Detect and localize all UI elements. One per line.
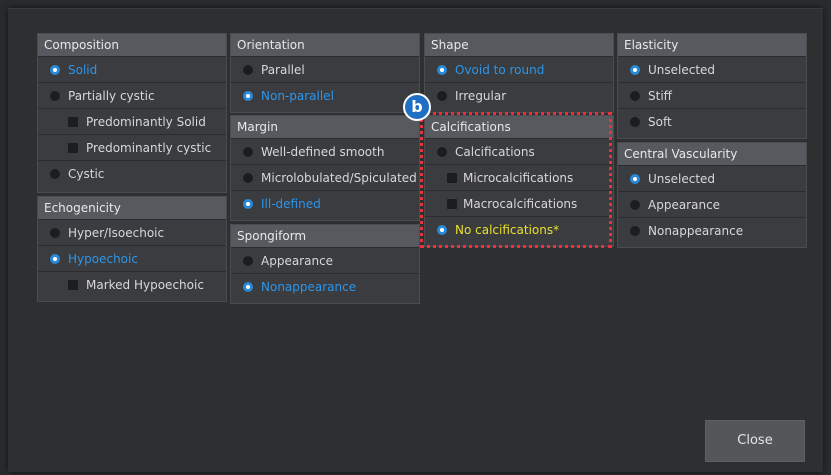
composition-header: Composition — [38, 34, 226, 56]
option-no-calcifications[interactable]: No calcifications* — [425, 216, 613, 242]
elasticity-panel: Elasticity Unselected Stiff Soft — [617, 33, 807, 139]
radio-selected-icon — [437, 225, 447, 235]
option-parallel[interactable]: Parallel — [231, 56, 419, 82]
option-spongiform-appearance[interactable]: Appearance — [231, 247, 419, 273]
checkbox-icon — [68, 143, 78, 153]
option-vascularity-unselected[interactable]: Unselected — [618, 165, 806, 191]
option-ill-defined[interactable]: Ill-defined — [231, 190, 419, 216]
option-vascularity-appearance[interactable]: Appearance — [618, 191, 806, 217]
radio-icon — [243, 65, 253, 75]
radio-icon — [50, 169, 60, 179]
orientation-header: Orientation — [231, 34, 419, 56]
option-ovoid-to-round[interactable]: Ovoid to round — [425, 56, 613, 82]
option-spongiform-nonappearance[interactable]: Nonappearance — [231, 273, 419, 299]
option-macrocalcifications[interactable]: Macrocalcifications — [425, 190, 613, 216]
spongiform-header: Spongiform — [231, 225, 419, 247]
central-vascularity-header: Central Vascularity — [618, 143, 806, 165]
spongiform-panel: Spongiform Appearance Nonappearance — [230, 224, 420, 304]
option-stiff[interactable]: Stiff — [618, 82, 806, 108]
radio-icon — [437, 91, 447, 101]
option-solid[interactable]: Solid — [38, 56, 226, 82]
calcifications-header: Calcifications — [425, 116, 613, 138]
close-button[interactable]: Close — [705, 420, 805, 462]
checkbox-icon — [68, 280, 78, 290]
orientation-panel: Orientation Parallel Non-parallel — [230, 33, 420, 113]
radio-selected-icon — [630, 174, 640, 184]
option-predominantly-cystic[interactable]: Predominantly cystic — [38, 134, 226, 160]
option-microlobulated-spiculated[interactable]: Microlobulated/Spiculated — [231, 164, 419, 190]
radio-icon — [630, 91, 640, 101]
option-non-parallel[interactable]: Non-parallel — [231, 82, 419, 108]
margin-panel: Margin Well-defined smooth Microlobulate… — [230, 115, 420, 221]
option-well-defined-smooth[interactable]: Well-defined smooth — [231, 138, 419, 164]
echogenicity-panel: Echogenicity Hyper/Isoechoic Hypoechoic … — [37, 196, 227, 302]
radio-selected-icon — [243, 199, 253, 209]
margin-header: Margin — [231, 116, 419, 138]
radio-selected-icon — [437, 65, 447, 75]
option-predominantly-solid[interactable]: Predominantly Solid — [38, 108, 226, 134]
shape-header: Shape — [425, 34, 613, 56]
radio-icon — [630, 226, 640, 236]
radio-icon — [50, 91, 60, 101]
checkbox-icon — [447, 199, 457, 209]
radio-icon — [437, 147, 447, 157]
shape-panel: Shape Ovoid to round Irregular — [424, 33, 614, 113]
option-marked-hypoechoic[interactable]: Marked Hypoechoic — [38, 271, 226, 297]
radio-icon — [630, 117, 640, 127]
radio-selected-icon — [243, 282, 253, 292]
option-soft[interactable]: Soft — [618, 108, 806, 134]
composition-panel: Composition Solid Partially cystic Predo… — [37, 33, 227, 193]
echogenicity-header: Echogenicity — [38, 197, 226, 219]
option-hypoechoic[interactable]: Hypoechoic — [38, 245, 226, 271]
radio-icon — [243, 256, 253, 266]
elasticity-header: Elasticity — [618, 34, 806, 56]
option-calcifications[interactable]: Calcifications — [425, 138, 613, 164]
option-partially-cystic[interactable]: Partially cystic — [38, 82, 226, 108]
radio-icon — [243, 173, 253, 183]
annotation-badge: b — [403, 93, 431, 121]
option-cystic[interactable]: Cystic — [38, 160, 226, 186]
calcifications-panel: Calcifications Calcifications Microcalci… — [424, 115, 614, 247]
option-vascularity-nonappearance[interactable]: Nonappearance — [618, 217, 806, 243]
radio-selected-icon — [50, 65, 60, 75]
radio-icon — [243, 147, 253, 157]
radio-selected-icon — [630, 65, 640, 75]
radio-selected-icon — [243, 91, 253, 101]
option-irregular[interactable]: Irregular — [425, 82, 613, 108]
option-elasticity-unselected[interactable]: Unselected — [618, 56, 806, 82]
checkbox-icon — [68, 117, 78, 127]
radio-icon — [50, 228, 60, 238]
option-microcalcifications[interactable]: Microcalcifications — [425, 164, 613, 190]
checkbox-icon — [447, 173, 457, 183]
central-vascularity-panel: Central Vascularity Unselected Appearanc… — [617, 142, 807, 248]
radio-selected-icon — [50, 254, 60, 264]
option-hyper-isoechoic[interactable]: Hyper/Isoechoic — [38, 219, 226, 245]
radio-icon — [630, 200, 640, 210]
